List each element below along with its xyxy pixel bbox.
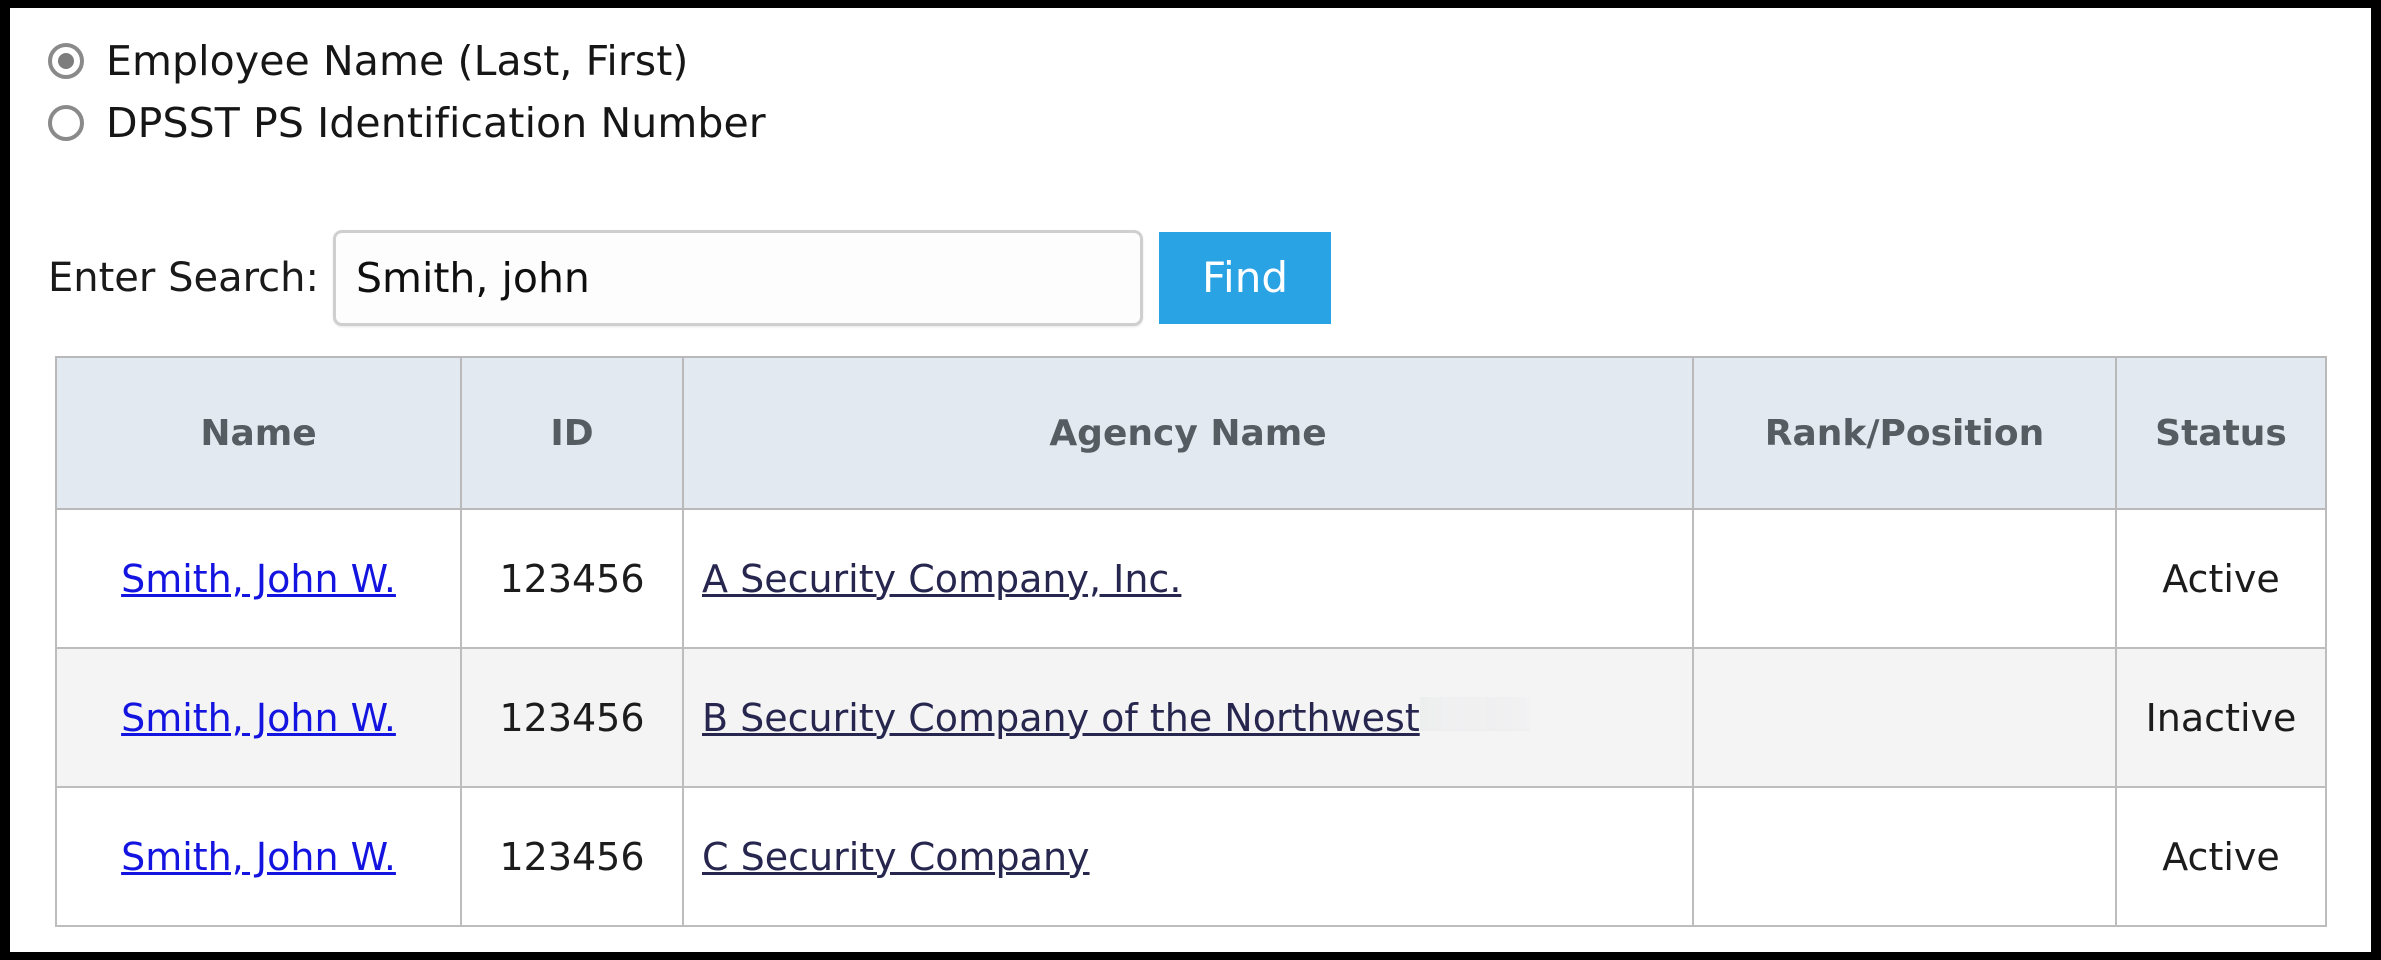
cell-rank xyxy=(1692,786,2117,927)
table-row: Smith, John W. 123456 C Security Company… xyxy=(55,786,2327,927)
agency-name-link[interactable]: C Security Company xyxy=(702,835,1090,879)
status-badge: Active xyxy=(2115,786,2327,927)
radio-option-dpsst-id[interactable]: DPSST PS Identification Number xyxy=(48,92,766,154)
search-row: Enter Search: Find xyxy=(48,230,1331,326)
radio-option-dpsst-id-label: DPSST PS Identification Number xyxy=(106,98,766,147)
cell-agency: A Security Company, Inc. xyxy=(682,508,1694,649)
search-input[interactable] xyxy=(332,230,1143,326)
find-button[interactable]: Find xyxy=(1158,232,1331,324)
table-header-row: Name ID Agency Name Rank/Position Status xyxy=(55,356,2327,510)
column-header-name: Name xyxy=(55,356,462,510)
column-header-rank: Rank/Position xyxy=(1692,356,2117,510)
search-label: Enter Search: xyxy=(48,255,319,301)
results-table: Name ID Agency Name Rank/Position Status… xyxy=(55,356,2327,927)
radio-option-employee-name[interactable]: Employee Name (Last, First) xyxy=(48,30,766,92)
cell-id: 123456 xyxy=(460,508,684,649)
column-header-id: ID xyxy=(460,356,684,510)
radio-unselected-icon[interactable] xyxy=(48,105,84,141)
radio-selected-icon[interactable] xyxy=(48,43,84,79)
cell-id: 123456 xyxy=(460,647,684,788)
table-row: Smith, John W. 123456 B Security Company… xyxy=(55,647,2327,788)
agency-name-link[interactable]: A Security Company, Inc. xyxy=(702,557,1181,601)
employee-name-link[interactable]: Smith, John W. xyxy=(121,835,396,879)
agency-name-link[interactable]: B Security Company of the Northwest xyxy=(702,696,1420,740)
cell-name: Smith, John W. xyxy=(55,786,462,927)
status-badge: Active xyxy=(2115,508,2327,649)
cell-agency: B Security Company of the Northwest xyxy=(682,647,1694,788)
cell-name: Smith, John W. xyxy=(55,647,462,788)
search-panel: Employee Name (Last, First) DPSST PS Ide… xyxy=(10,8,2371,952)
status-badge: Inactive xyxy=(2115,647,2327,788)
table-row: Smith, John W. 123456 A Security Company… xyxy=(55,508,2327,649)
cell-id: 123456 xyxy=(460,786,684,927)
cell-rank xyxy=(1692,647,2117,788)
employee-name-link[interactable]: Smith, John W. xyxy=(121,557,396,601)
cell-rank xyxy=(1692,508,2117,649)
results-table-body: Smith, John W. 123456 A Security Company… xyxy=(55,508,2327,927)
search-mode-radio-group: Employee Name (Last, First) DPSST PS Ide… xyxy=(48,30,766,154)
cell-agency: C Security Company xyxy=(682,786,1694,927)
column-header-status: Status xyxy=(2115,356,2327,510)
redacted-text xyxy=(1419,696,1530,731)
cell-name: Smith, John W. xyxy=(55,508,462,649)
radio-option-employee-name-label: Employee Name (Last, First) xyxy=(106,36,689,85)
employee-name-link[interactable]: Smith, John W. xyxy=(121,696,396,740)
column-header-agency: Agency Name xyxy=(682,356,1694,510)
